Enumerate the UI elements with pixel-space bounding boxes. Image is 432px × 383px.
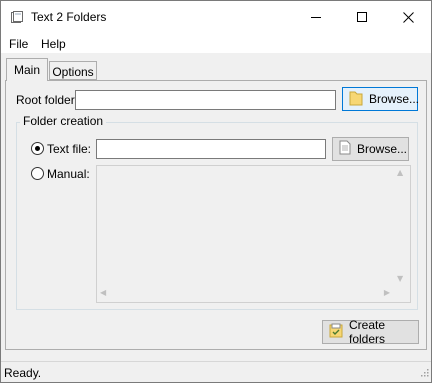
menu-bar: File Help <box>1 33 431 53</box>
radio-selected-dot <box>35 146 40 151</box>
text-browse-label: Browse... <box>357 142 408 156</box>
app-window: Text 2 Folders File Help Main Options Ro… <box>0 0 432 383</box>
tab-main[interactable]: Main <box>6 58 48 81</box>
document-icon <box>339 140 351 158</box>
maximize-button[interactable] <box>339 1 385 33</box>
window-title: Text 2 Folders <box>31 10 107 24</box>
tab-options[interactable]: Options <box>49 61 97 80</box>
text-browse-button[interactable]: Browse... <box>332 137 409 161</box>
main-tab-panel: Root folder: Browse... Folder creation T… <box>5 80 427 350</box>
maximize-icon <box>357 12 367 22</box>
status-bar: Ready. <box>1 361 431 382</box>
scroll-left-icon[interactable]: ◀ <box>100 288 106 297</box>
manual-label[interactable]: Manual: <box>47 167 90 181</box>
scroll-right-icon[interactable]: ▶ <box>384 288 390 297</box>
root-folder-input[interactable] <box>75 90 336 110</box>
status-text: Ready. <box>4 366 42 380</box>
minimize-button[interactable] <box>293 1 339 33</box>
create-folders-button[interactable]: Create folders <box>322 318 419 346</box>
app-icon <box>10 10 24 24</box>
minimize-icon <box>311 12 321 22</box>
text-file-input[interactable] <box>96 139 326 159</box>
root-folder-label: Root folder: <box>16 93 79 107</box>
resize-grip-icon[interactable] <box>419 366 429 380</box>
manual-textarea[interactable]: ▲ ▼ ◀ ▶ <box>96 165 411 303</box>
text-file-radio[interactable] <box>31 142 44 155</box>
menu-file[interactable]: File <box>9 37 28 51</box>
manual-radio[interactable] <box>31 167 44 180</box>
close-button[interactable] <box>385 1 431 33</box>
text-file-label[interactable]: Text file: <box>47 142 91 156</box>
root-browse-label: Browse... <box>369 92 420 106</box>
horizontal-scrollbar[interactable]: ◀ ▶ <box>97 285 393 302</box>
menu-help[interactable]: Help <box>41 37 66 51</box>
folder-creation-title: Folder creation <box>20 114 107 128</box>
scroll-down-icon[interactable]: ▼ <box>397 274 403 283</box>
vertical-scrollbar[interactable]: ▲ ▼ <box>393 166 410 285</box>
folder-icon <box>349 90 363 109</box>
title-bar[interactable]: Text 2 Folders <box>1 1 431 33</box>
root-browse-button[interactable]: Browse... <box>342 87 420 111</box>
checklist-icon <box>329 323 343 341</box>
close-icon <box>402 11 414 23</box>
create-folders-label: Create folders <box>349 318 386 346</box>
scroll-up-icon[interactable]: ▲ <box>397 168 403 177</box>
